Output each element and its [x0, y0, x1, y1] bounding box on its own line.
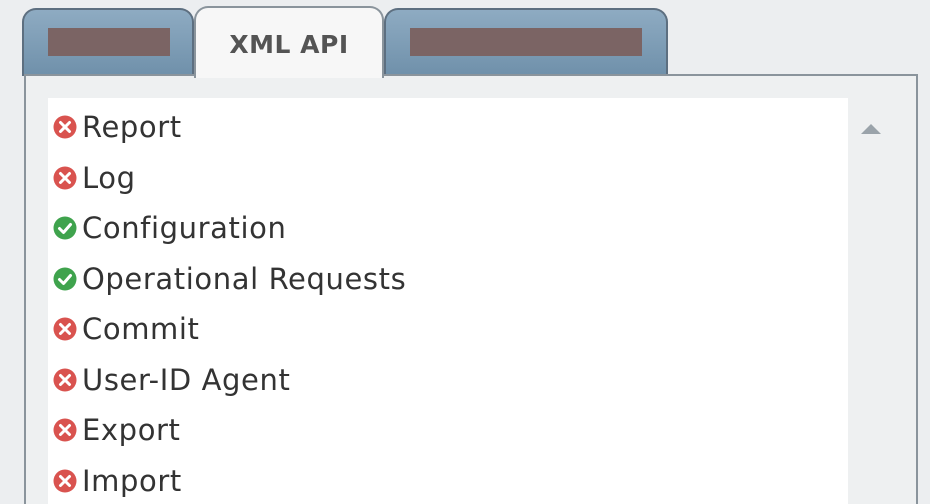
permissions-list-box: Report Log Configuration Operational Reques… [48, 98, 848, 504]
permission-item[interactable]: Configuration [52, 203, 406, 254]
scrollbar[interactable] [852, 98, 892, 504]
permission-item[interactable]: Operational Requests [52, 254, 406, 305]
permission-item[interactable]: Import [52, 456, 406, 504]
x-circle-icon[interactable] [52, 114, 78, 140]
permission-item[interactable]: Commit [52, 304, 406, 355]
permissions-panel: Report Log Configuration Operational Reques… [24, 74, 918, 504]
scroll-up-arrow-icon[interactable] [861, 124, 881, 134]
tab-redacted-left[interactable] [22, 8, 194, 76]
permission-label: Commit [82, 312, 200, 347]
tab-xml-api[interactable]: XML API [194, 6, 384, 78]
xml-api-permissions-window: XML API Report Log Configuration Operationa… [0, 0, 930, 504]
x-circle-icon[interactable] [52, 417, 78, 443]
check-circle-icon[interactable] [52, 215, 78, 241]
permissions-list: Report Log Configuration Operational Reques… [52, 102, 406, 504]
permission-label: User-ID Agent [82, 362, 291, 397]
x-circle-icon[interactable] [52, 367, 78, 393]
permission-item[interactable]: Log [52, 153, 406, 204]
permission-label: Import [82, 463, 182, 498]
redaction-block [48, 28, 170, 56]
tab-strip: XML API [0, 0, 930, 78]
check-circle-icon[interactable] [52, 266, 78, 292]
tab-redacted-right[interactable] [384, 8, 668, 76]
x-circle-icon[interactable] [52, 468, 78, 494]
permission-label: Operational Requests [82, 261, 407, 296]
permission-label: Report [82, 110, 182, 145]
x-circle-icon[interactable] [52, 165, 78, 191]
permission-item[interactable]: User-ID Agent [52, 355, 406, 406]
permission-label: Configuration [82, 211, 287, 246]
permission-label: Export [82, 413, 181, 448]
tab-label: XML API [229, 30, 349, 59]
redaction-block [410, 28, 642, 56]
permission-item[interactable]: Report [52, 102, 406, 153]
permission-label: Log [82, 160, 136, 195]
permission-item[interactable]: Export [52, 405, 406, 456]
x-circle-icon[interactable] [52, 316, 78, 342]
